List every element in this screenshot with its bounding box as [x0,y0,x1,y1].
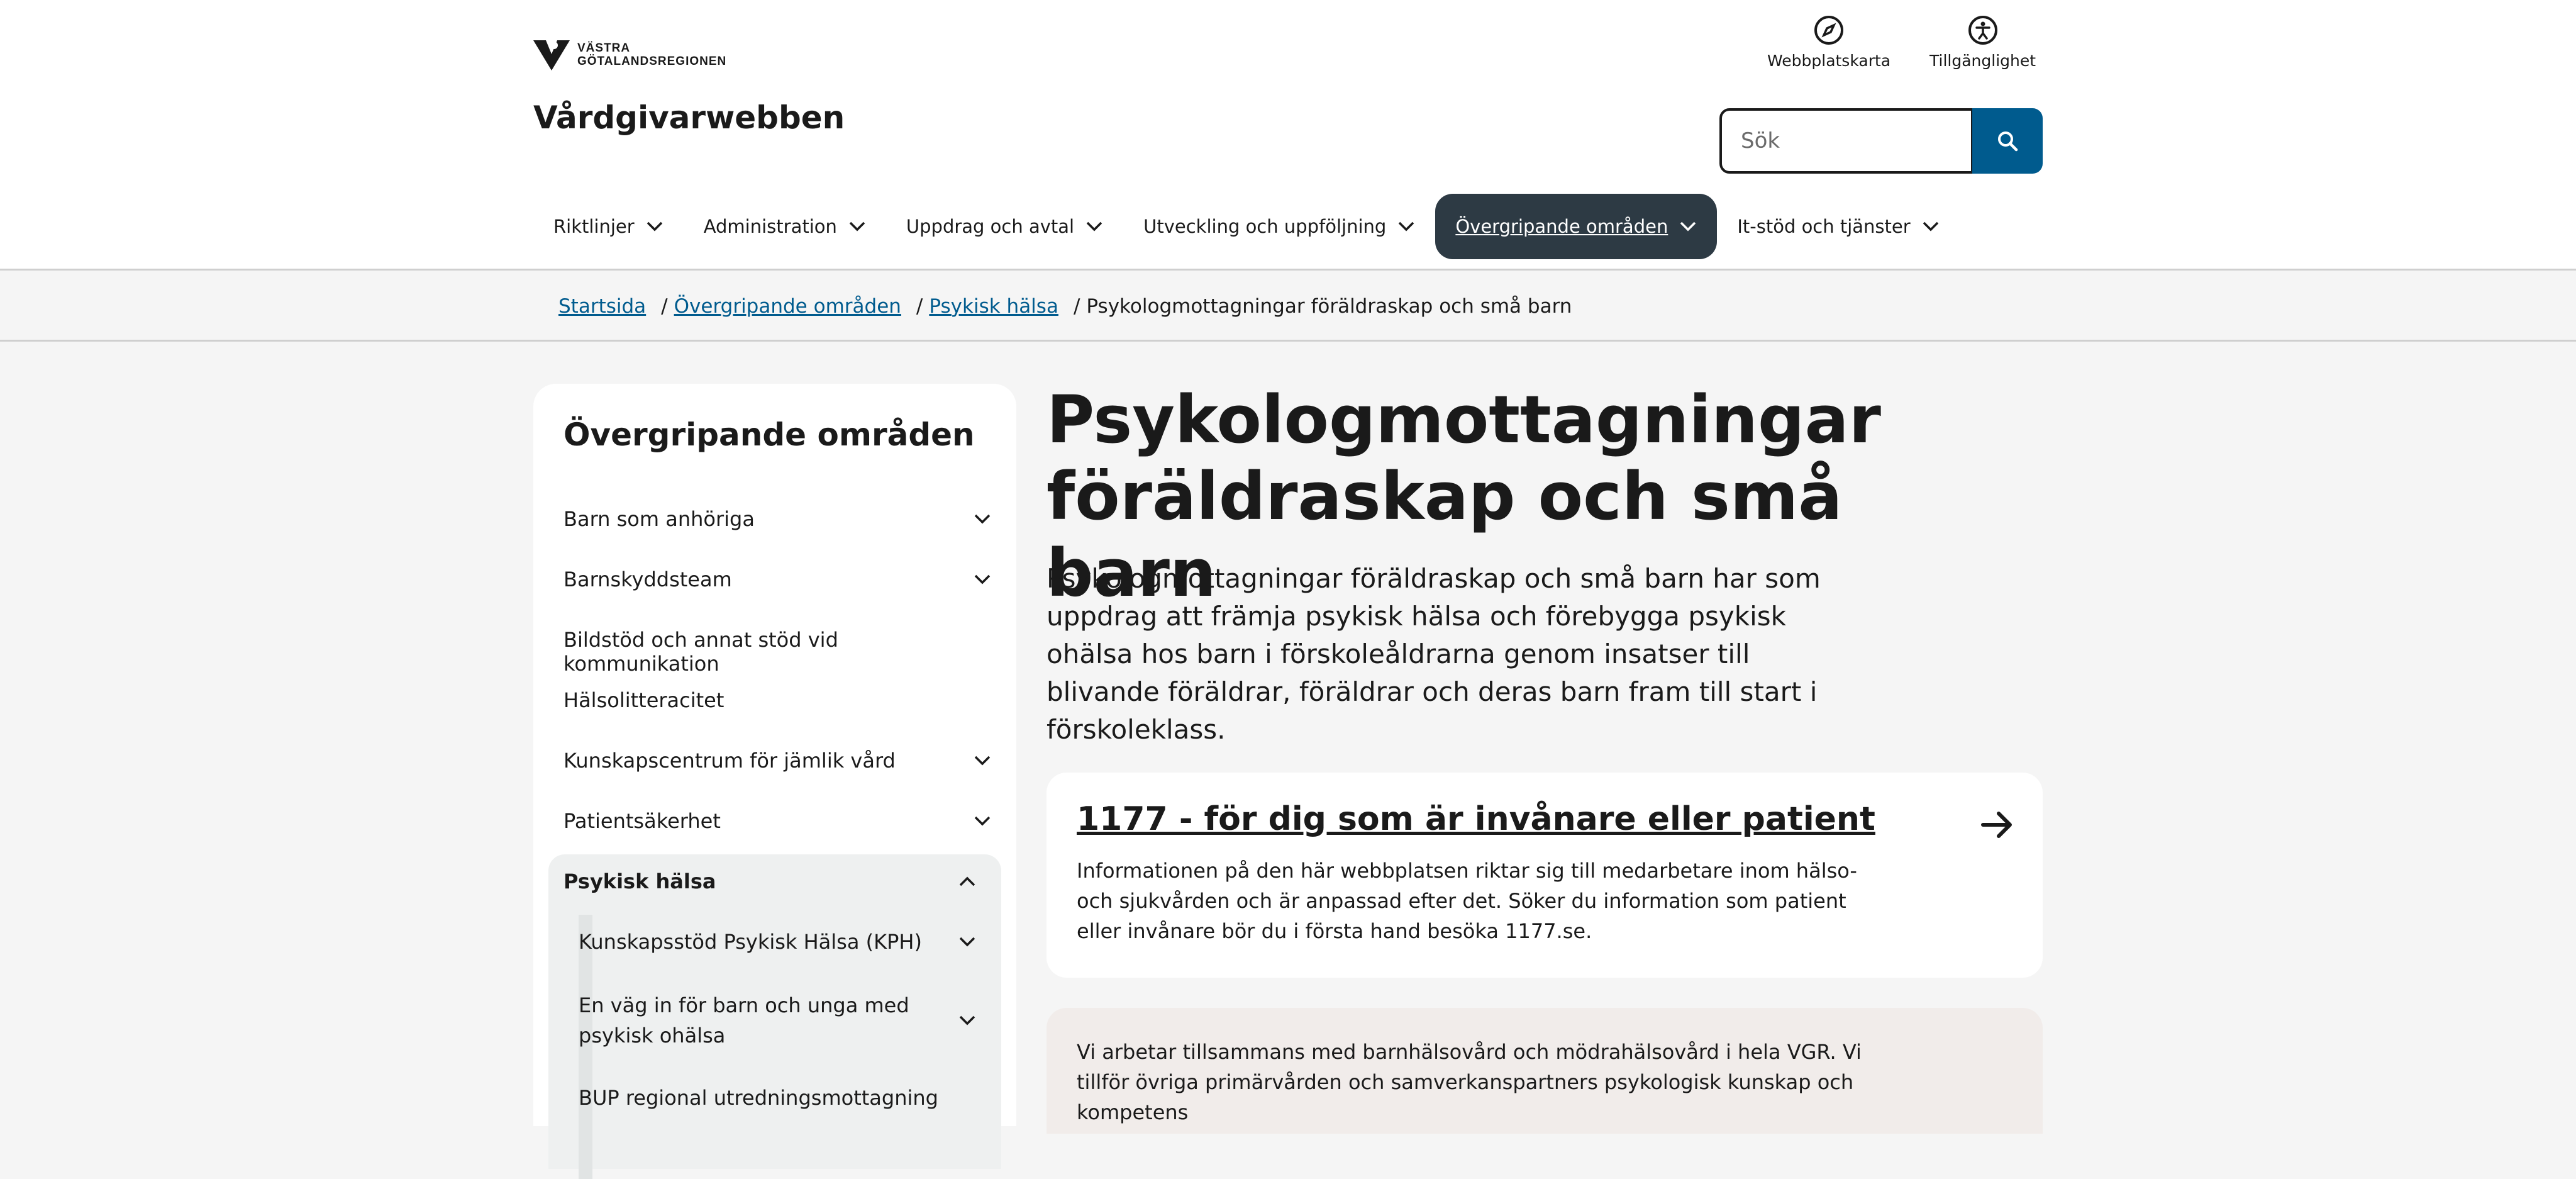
logo-text-line1: VÄSTRA [577,42,631,55]
nav-item-administration[interactable]: Administration [684,194,886,259]
search-button[interactable] [1972,108,2043,174]
chevron-down-icon[interactable] [974,755,991,766]
sidebar-item-label: Bildstöd och annat stöd vid kommunikatio… [564,628,838,676]
sidebar-item-psykisk-halsa[interactable]: Psykisk hälsa [564,869,976,893]
sitemap-link[interactable]: Webbplatskarta [1767,14,1890,70]
sidebar-item-label: Patientsäkerhet [564,809,721,833]
sidebar-item-halsolitteracitet[interactable]: Hälsolitteracitet [564,688,991,712]
sidebar-item-barn-som-anhoriga[interactable]: Barn som anhöriga [564,507,991,531]
breadcrumb-separator: / [661,294,668,318]
chevron-down-icon[interactable] [958,1015,976,1026]
nav-item-riktlinjer[interactable]: Riktlinjer [533,194,684,259]
nav-item-utveckling[interactable]: Utveckling och uppföljning [1123,194,1435,259]
sidebar-subitem-kph[interactable]: Kunskapsstöd Psykisk Hälsa (KPH) [579,930,976,954]
nav-label: Uppdrag och avtal [906,216,1075,237]
info-box: Vi arbetar tillsammans med barnhälsovård… [1046,1008,2043,1134]
sitemap-label: Webbplatskarta [1767,52,1891,70]
chevron-down-icon[interactable] [974,513,991,525]
chevron-up-icon[interactable] [958,876,976,887]
info-text: Vi arbetar tillsammans med barnhälsovård… [1077,1040,1862,1124]
card-title[interactable]: 1177 - för dig som är invånare eller pat… [1077,800,1875,838]
sidebar-nav: Övergripande områden Barn som anhöriga B… [533,384,1016,1179]
nav-item-overgripande[interactable]: Övergripande områden [1435,194,1718,259]
sidebar-subitem-label: En väg in för barn och unga med psykisk … [579,993,909,1048]
arrow-right-icon[interactable] [1981,810,2014,839]
breadcrumb-link-startsida[interactable]: Startsida [558,295,646,318]
site-header: VÄSTRA GÖTALANDSREGIONEN Vårdgivarwebben… [0,0,2576,271]
chevron-down-icon [1923,221,1938,232]
link-card-1177[interactable]: 1177 - för dig som är invånare eller pat… [1046,773,2043,978]
compass-icon [1814,16,1844,45]
nav-label: It-stöd och tjänster [1737,216,1911,237]
chevron-down-icon[interactable] [974,815,991,827]
accessibility-label: Tillgänglighet [1929,52,2036,70]
nav-item-it-stod[interactable]: It-stöd och tjänster [1717,194,1959,259]
nav-item-uppdrag[interactable]: Uppdrag och avtal [886,194,1123,259]
sidebar-item-label: Kunskapscentrum för jämlik vård [564,749,896,773]
sidebar-item-patientsakerhet[interactable]: Patientsäkerhet [564,809,991,833]
chevron-down-icon [647,221,662,232]
chevron-down-icon[interactable] [974,574,991,585]
card-text: Informationen på den här webbplatsen rik… [1077,859,1857,943]
chevron-down-icon [1086,221,1102,232]
lead-paragraph: Psykologmottagningar föräldraskap och sm… [1046,563,1821,745]
sidebar-group-psykisk-halsa: Psykisk hälsa Kunskapsstöd Psykisk Hälsa… [548,854,1001,1179]
breadcrumb-separator: / [1073,294,1080,318]
breadcrumb: Startsida / Övergripande områden / Psyki… [0,272,2576,342]
site-title[interactable]: Vårdgivarwebben [533,99,845,136]
sidebar-item-bildstod[interactable]: Bildstöd och annat stöd vid kommunikatio… [564,628,991,676]
breadcrumb-current: Psykologmottagningar föräldraskap och sm… [1086,294,1572,318]
sidebar-subitem-bup[interactable]: BUP regional utredningsmottagning [579,1086,976,1110]
vgr-logo-icon [533,40,570,70]
nav-label: Riktlinjer [553,216,635,237]
search-icon [1998,131,2018,152]
chevron-down-icon[interactable] [958,936,976,947]
main-nav: Riktlinjer Administration Uppdrag och av… [533,194,1960,259]
sidebar-item-barnskyddsteam[interactable]: Barnskyddsteam [564,567,991,591]
logo-text: VÄSTRA GÖTALANDSREGIONEN [577,42,726,68]
nav-label: Övergripande områden [1455,216,1668,237]
nav-label: Utveckling och uppföljning [1143,216,1387,237]
breadcrumb-separator: / [916,294,923,318]
sidebar-item-label: Psykisk hälsa [564,869,716,893]
sidebar-item-label: Hälsolitteracitet [564,688,724,712]
accessibility-icon [1968,16,1997,45]
sidebar-subitem-label: Kunskapsstöd Psykisk Hälsa (KPH) [579,930,922,954]
sidebar-item-label: Barnskyddsteam [564,567,732,591]
nav-label: Administration [703,216,837,237]
breadcrumb-link-overgripande[interactable]: Övergripande områden [674,295,901,318]
breadcrumb-link-psykisk-halsa[interactable]: Psykisk hälsa [929,295,1058,318]
search-placeholder: Sök [1741,128,1780,154]
sidebar-subitem-label: BUP regional utredningsmottagning [579,1086,938,1110]
sidebar-title: Övergripande områden [564,416,975,453]
accessibility-link[interactable]: Tillgänglighet [1929,14,2036,70]
search-input[interactable]: Sök [1719,108,1974,174]
sidebar-item-label: Barn som anhöriga [564,507,755,531]
chevron-down-icon [1399,221,1414,232]
chevron-down-icon [849,221,865,232]
chevron-down-icon [1680,221,1696,232]
logo-text-line2: GÖTALANDSREGIONEN [577,55,727,68]
sidebar-item-kunskapscentrum[interactable]: Kunskapscentrum för jämlik vård [564,749,991,773]
vgr-logo[interactable]: VÄSTRA GÖTALANDSREGIONEN [533,39,726,70]
sidebar-subitem-en-vag-in[interactable]: En väg in för barn och unga med psykisk … [579,990,976,1051]
